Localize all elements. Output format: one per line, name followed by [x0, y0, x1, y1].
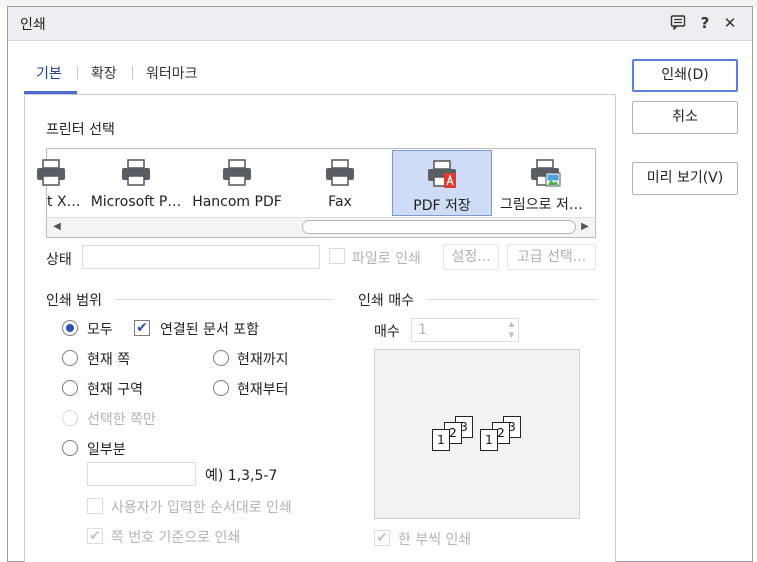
printer-label: PDF 저장 [413, 198, 471, 214]
radio-all-label: 모두 [87, 322, 113, 338]
printer-item-microsoft[interactable]: Microsoft P… [88, 150, 184, 216]
radio-current-page-label: 현재 쪽 [87, 352, 131, 368]
scroll-right-icon[interactable]: ▶ [577, 219, 593, 235]
copies-input[interactable]: 1 [411, 318, 519, 342]
page-number-label: 쪽 번호 기준으로 인쇄 [111, 530, 241, 546]
printer-item-pdf-save[interactable]: PDF 저장 [392, 150, 492, 216]
printer-label: 그림으로 저… [500, 197, 583, 213]
radio-current-section-label: 현재 구역 [87, 382, 143, 398]
comment-icon[interactable] [669, 14, 687, 34]
radio-current-section[interactable] [62, 380, 78, 396]
radio-selected-pages-label: 선택한 쪽만 [87, 412, 156, 428]
copies-preview [374, 349, 580, 519]
group-divider [116, 299, 331, 300]
preview-page: 1 [432, 429, 450, 451]
printer-label: Microsoft P… [90, 194, 182, 210]
radio-partial-label: 일부분 [87, 442, 126, 458]
user-order-label: 사용자가 입력한 순서대로 인쇄 [111, 500, 292, 516]
radio-current-page[interactable] [62, 350, 78, 366]
print-button[interactable]: 인쇄(D) [632, 59, 738, 92]
tab-basic[interactable]: 기본 [36, 63, 62, 83]
advanced-button[interactable]: 고급 선택... [507, 244, 596, 270]
partial-example-text: 예) 1,3,5-7 [205, 468, 278, 484]
partial-pages-input[interactable] [87, 462, 196, 486]
radio-from-current-label: 현재부터 [237, 382, 289, 398]
include-linked-checkbox[interactable]: ✔ [134, 320, 150, 336]
printer-icon [326, 159, 354, 186]
collate-checkbox[interactable]: ✔ [374, 530, 390, 546]
include-linked-label: 연결된 문서 포함 [160, 322, 260, 338]
cancel-button[interactable]: 취소 [632, 101, 738, 134]
help-icon[interactable]: ? [696, 14, 714, 32]
printer-icon [223, 159, 251, 186]
tab-watermark[interactable]: 워터마크 [146, 63, 198, 83]
title-bar [8, 7, 752, 41]
printer-item-hancom-pdf[interactable]: Hancom PDF [188, 150, 286, 216]
close-icon[interactable]: ✕ [721, 14, 739, 32]
radio-up-to-current[interactable] [213, 350, 229, 366]
settings-button[interactable]: 설정... [443, 244, 499, 270]
printer-select-label: 프린터 선택 [46, 122, 115, 138]
radio-partial[interactable] [62, 440, 78, 456]
status-field [82, 245, 320, 269]
tab-separator [132, 66, 133, 80]
preview-page: 1 [480, 429, 498, 451]
tab-separator [77, 66, 78, 80]
printer-icon [37, 159, 65, 186]
collate-label: 한 부씩 인쇄 [398, 532, 472, 548]
dialog-title: 인쇄 [20, 17, 46, 33]
print-to-file-label: 파일로 인쇄 [352, 251, 421, 267]
print-to-file-checkbox[interactable] [329, 248, 345, 264]
radio-up-to-current-label: 현재까지 [237, 352, 289, 368]
scrollbar-thumb[interactable] [302, 220, 576, 234]
scroll-left-icon[interactable]: ◀ [49, 219, 65, 235]
pdf-printer-icon [428, 160, 456, 188]
printer-item-save-image[interactable]: 그림으로 저… [496, 150, 594, 216]
tab-extended[interactable]: 확장 [91, 63, 117, 83]
printer-label: Hancom PDF [192, 194, 282, 210]
group-divider [429, 299, 595, 300]
radio-all[interactable] [62, 320, 78, 336]
printer-label: Fax [328, 194, 352, 210]
printer-label: t X… [47, 194, 81, 210]
radio-selected-pages[interactable] [62, 410, 78, 426]
page-number-checkbox[interactable]: ✔ [87, 528, 103, 544]
printer-icon [122, 159, 150, 186]
preview-button[interactable]: 미리 보기(V) [632, 162, 738, 195]
copies-label: 매수 [374, 324, 400, 340]
printer-item-xps[interactable]: t X… [37, 150, 83, 216]
printer-item-fax[interactable]: Fax [300, 150, 380, 216]
print-range-title: 인쇄 범위 [46, 293, 102, 309]
radio-from-current[interactable] [213, 380, 229, 396]
image-printer-icon [531, 159, 561, 187]
copies-title: 인쇄 매수 [358, 293, 414, 309]
copies-stepper[interactable]: ▲ ▼ [505, 319, 518, 341]
user-order-checkbox[interactable] [87, 498, 103, 514]
status-label: 상태 [46, 252, 72, 268]
